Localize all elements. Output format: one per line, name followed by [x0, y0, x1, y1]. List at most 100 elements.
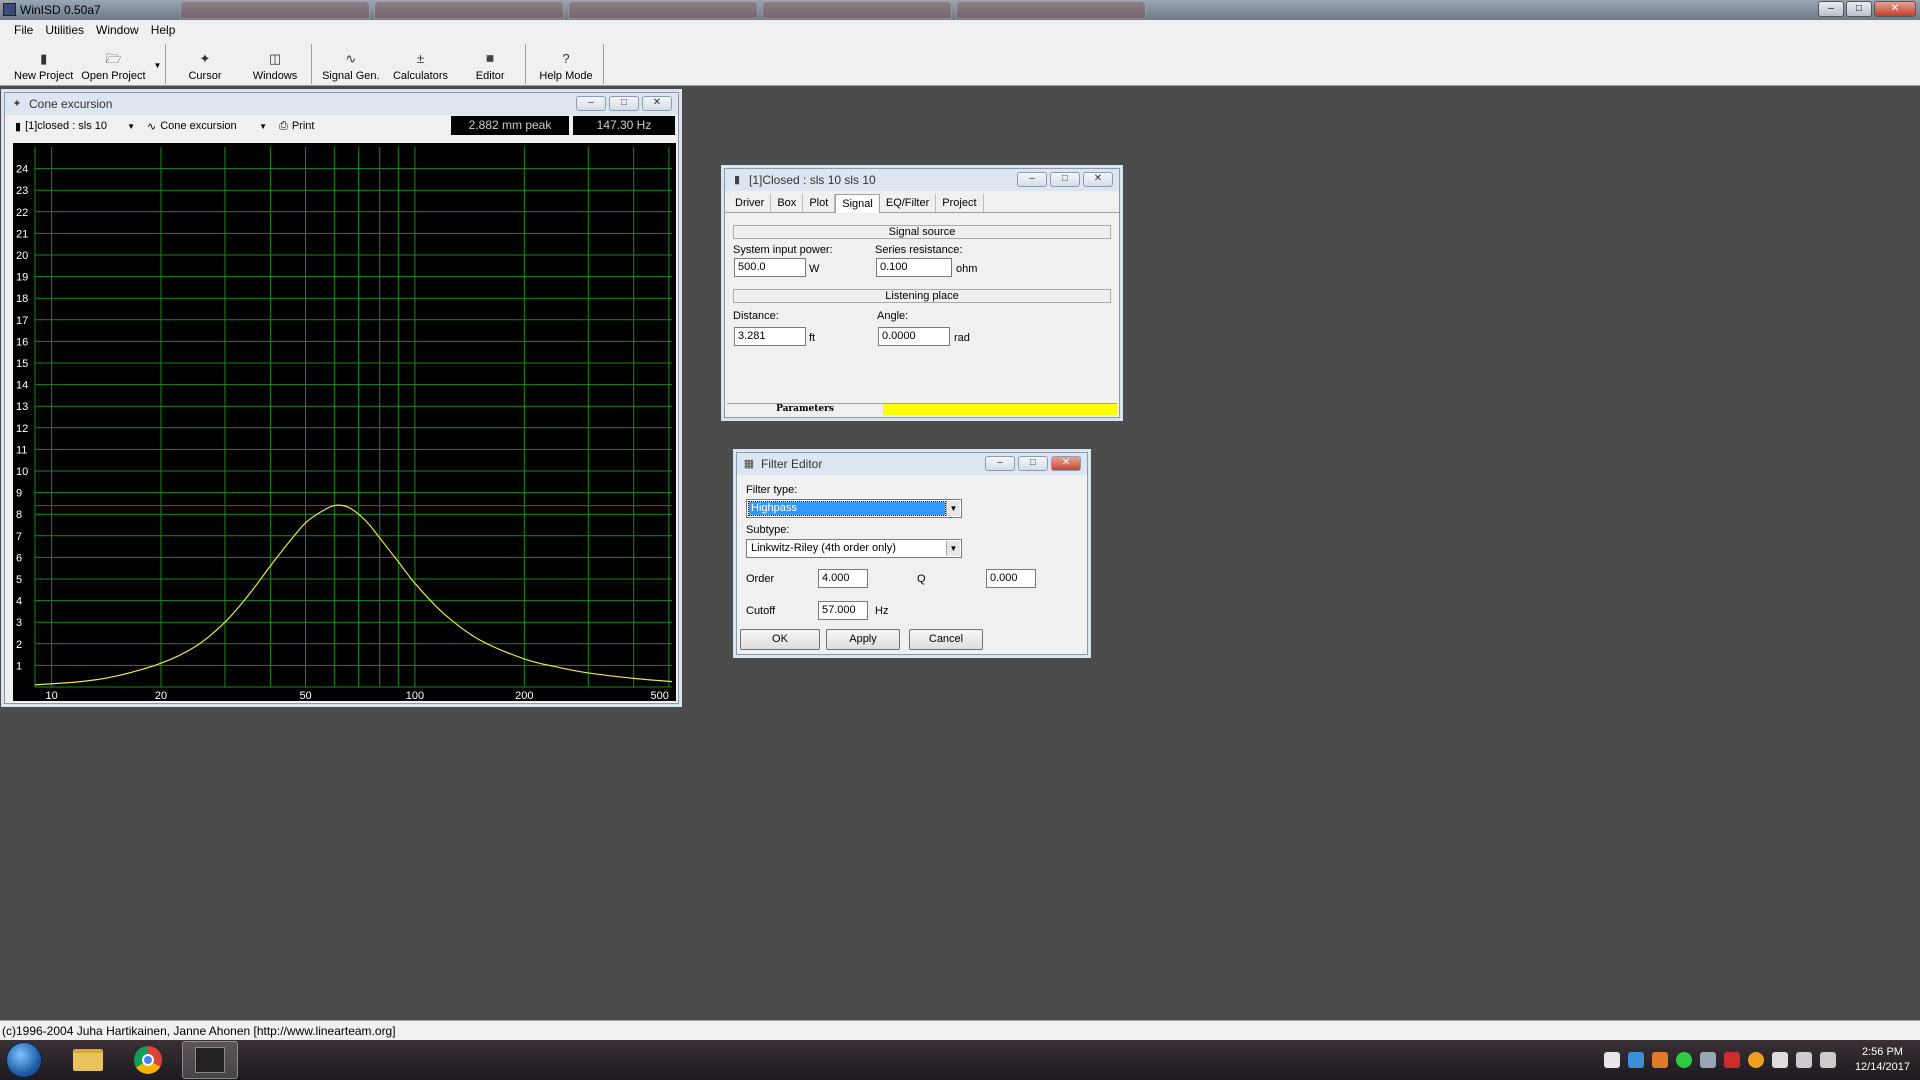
close-button[interactable]: ✕ — [1051, 456, 1081, 471]
calculator-icon: ± — [416, 51, 425, 66]
tray-icon-6[interactable] — [1724, 1052, 1740, 1068]
maximize-button[interactable]: □ — [1846, 1, 1872, 17]
tray-icon-2[interactable] — [1628, 1052, 1644, 1068]
apply-button[interactable]: Apply — [826, 629, 900, 650]
tab-plot[interactable]: Plot — [803, 194, 836, 212]
props-window-titlebar[interactable]: ▮ [1]Closed : sls 10 sls 10 – □ ✕ — [725, 169, 1119, 191]
tray-icon-5[interactable] — [1700, 1052, 1716, 1068]
close-button[interactable]: ✕ — [642, 96, 672, 111]
tab-signal[interactable]: Signal — [835, 194, 880, 213]
parameters-status: Parameters — [776, 404, 834, 414]
status-indicator — [883, 404, 1117, 415]
cancel-button[interactable]: Cancel — [909, 629, 983, 650]
filter-editor-titlebar[interactable]: ▦ Filter Editor – □ ✕ — [737, 453, 1087, 475]
app-title-bar: WinISD 0.50a7 – □ ✕ — [0, 0, 1920, 20]
network-icon[interactable] — [1796, 1052, 1812, 1068]
menu-window[interactable]: Window — [90, 20, 145, 40]
cutoff-unit: Hz — [875, 605, 889, 617]
minimize-button[interactable]: – — [1017, 172, 1047, 187]
minimize-button[interactable]: – — [985, 456, 1015, 471]
flag-icon[interactable] — [1772, 1052, 1788, 1068]
filter-editor-title: Filter Editor — [761, 457, 823, 471]
series-resistance-field[interactable]: 0.100 — [876, 258, 952, 277]
maximize-button[interactable]: □ — [609, 96, 639, 111]
menu-utilities[interactable]: Utilities — [39, 20, 90, 40]
volume-icon[interactable] — [1820, 1052, 1836, 1068]
y-tick-label: 2 — [16, 639, 22, 651]
system-input-power-field[interactable]: 500.0 — [734, 258, 806, 277]
taskbar-chrome[interactable] — [120, 1041, 176, 1079]
help-icon: ? — [562, 51, 570, 66]
ok-button[interactable]: OK — [740, 629, 820, 650]
props-window-title: [1]Closed : sls 10 sls 10 — [749, 173, 876, 187]
menu-help[interactable]: Help — [145, 20, 182, 40]
y-tick-label: 1 — [16, 660, 22, 672]
taskbar-explorer[interactable] — [60, 1041, 116, 1079]
chevron-down-icon[interactable]: ▼ — [946, 501, 960, 516]
q-field[interactable]: 0.000 — [986, 569, 1036, 588]
windows-button[interactable]: ◫ Windows — [240, 44, 310, 84]
open-project-button[interactable]: 🗁 Open Project — [77, 44, 149, 84]
tab-project[interactable]: Project — [936, 194, 984, 212]
order-field[interactable]: 4.000 — [818, 569, 868, 588]
menu-bar: File Utilities Window Help — [0, 20, 1920, 40]
y-tick-label: 23 — [16, 185, 28, 197]
tab-eq-filter[interactable]: EQ/Filter — [880, 194, 937, 212]
menu-file[interactable]: File — [8, 20, 39, 40]
graph-type-select[interactable]: ∿ Cone excursion ▼ — [143, 120, 271, 133]
folder-icon: 🗁 — [105, 51, 122, 66]
maximize-button[interactable]: □ — [1050, 172, 1080, 187]
y-tick-label: 19 — [16, 272, 28, 284]
minimize-button[interactable]: – — [576, 96, 606, 111]
close-button[interactable]: ✕ — [1083, 172, 1113, 187]
minimize-button[interactable]: – — [1818, 1, 1844, 17]
filter-editor-window: ▦ Filter Editor – □ ✕ Filter type: Highp… — [736, 452, 1088, 655]
editor-button[interactable]: ◾ Editor — [455, 44, 525, 84]
y-tick-label: 3 — [16, 617, 22, 629]
project-icon: ▮ — [733, 174, 741, 186]
angle-unit: rad — [954, 332, 970, 344]
new-project-button[interactable]: ▮ New Project — [10, 44, 77, 84]
calculators-button[interactable]: ± Calculators — [386, 44, 456, 84]
new-project-icon: ▮ — [40, 51, 48, 66]
order-label: Order — [746, 573, 775, 585]
system-tray — [1604, 1052, 1836, 1068]
subtype-label: Subtype: — [746, 524, 790, 536]
start-button[interactable] — [6, 1042, 42, 1078]
x-tick-label: 100 — [406, 690, 424, 701]
x-tick-label: 20 — [155, 690, 167, 701]
tab-driver[interactable]: Driver — [729, 194, 772, 212]
tray-icon-3[interactable] — [1652, 1052, 1668, 1068]
chart-svg: 1234567891011121314151617181920212223241… — [16, 147, 673, 702]
cursor-icon: ✦ — [12, 98, 22, 110]
close-button[interactable]: ✕ — [1874, 1, 1916, 17]
angle-field[interactable]: 0.0000 — [878, 327, 950, 346]
filter-type-label: Filter type: — [746, 484, 798, 496]
filter-type-select[interactable]: Highpass ▼ — [746, 499, 962, 518]
taskbar: 2:56 PM 12/14/2017 — [0, 1040, 1920, 1080]
help-mode-button[interactable]: ? Help Mode — [530, 44, 602, 84]
open-project-dropdown[interactable]: ▼ — [150, 44, 166, 84]
tray-icon-7[interactable] — [1748, 1052, 1764, 1068]
tray-icon-1[interactable] — [1604, 1052, 1620, 1068]
project-select[interactable]: ▮ [1]closed : sls 10 ▼ — [11, 120, 139, 133]
y-tick-label: 12 — [16, 423, 28, 435]
print-button[interactable]: ⎙ Print — [275, 120, 318, 133]
subtype-select[interactable]: Linkwitz-Riley (4th order only) ▼ — [746, 539, 962, 558]
maximize-button[interactable]: □ — [1018, 456, 1048, 471]
y-tick-label: 14 — [16, 380, 28, 392]
tray-icon-4[interactable] — [1676, 1052, 1692, 1068]
signal-gen-button[interactable]: ∿ Signal Gen. — [316, 44, 386, 84]
clock[interactable]: 2:56 PM 12/14/2017 — [1855, 1045, 1910, 1075]
chevron-down-icon[interactable]: ▼ — [946, 541, 960, 556]
cone-excursion-chart[interactable]: 1 2 3 4 5 6 7 8 9 10 11 12 13 14 15 16 17 18 19 20 21 22 23 24 1… — [13, 143, 676, 702]
taskbar-winisd[interactable] — [182, 1041, 238, 1079]
y-tick-label: 22 — [16, 207, 28, 219]
tab-box[interactable]: Box — [771, 194, 804, 212]
y-tick-label: 16 — [16, 336, 28, 348]
cone-window-titlebar[interactable]: ✦ Cone excursion – □ ✕ — [5, 93, 678, 115]
distance-field[interactable]: 3.281 — [734, 327, 806, 346]
cutoff-field[interactable]: 57.000 — [818, 601, 868, 620]
cursor-button[interactable]: ✦ Cursor — [170, 44, 240, 84]
y-tick-label: 4 — [16, 596, 22, 608]
